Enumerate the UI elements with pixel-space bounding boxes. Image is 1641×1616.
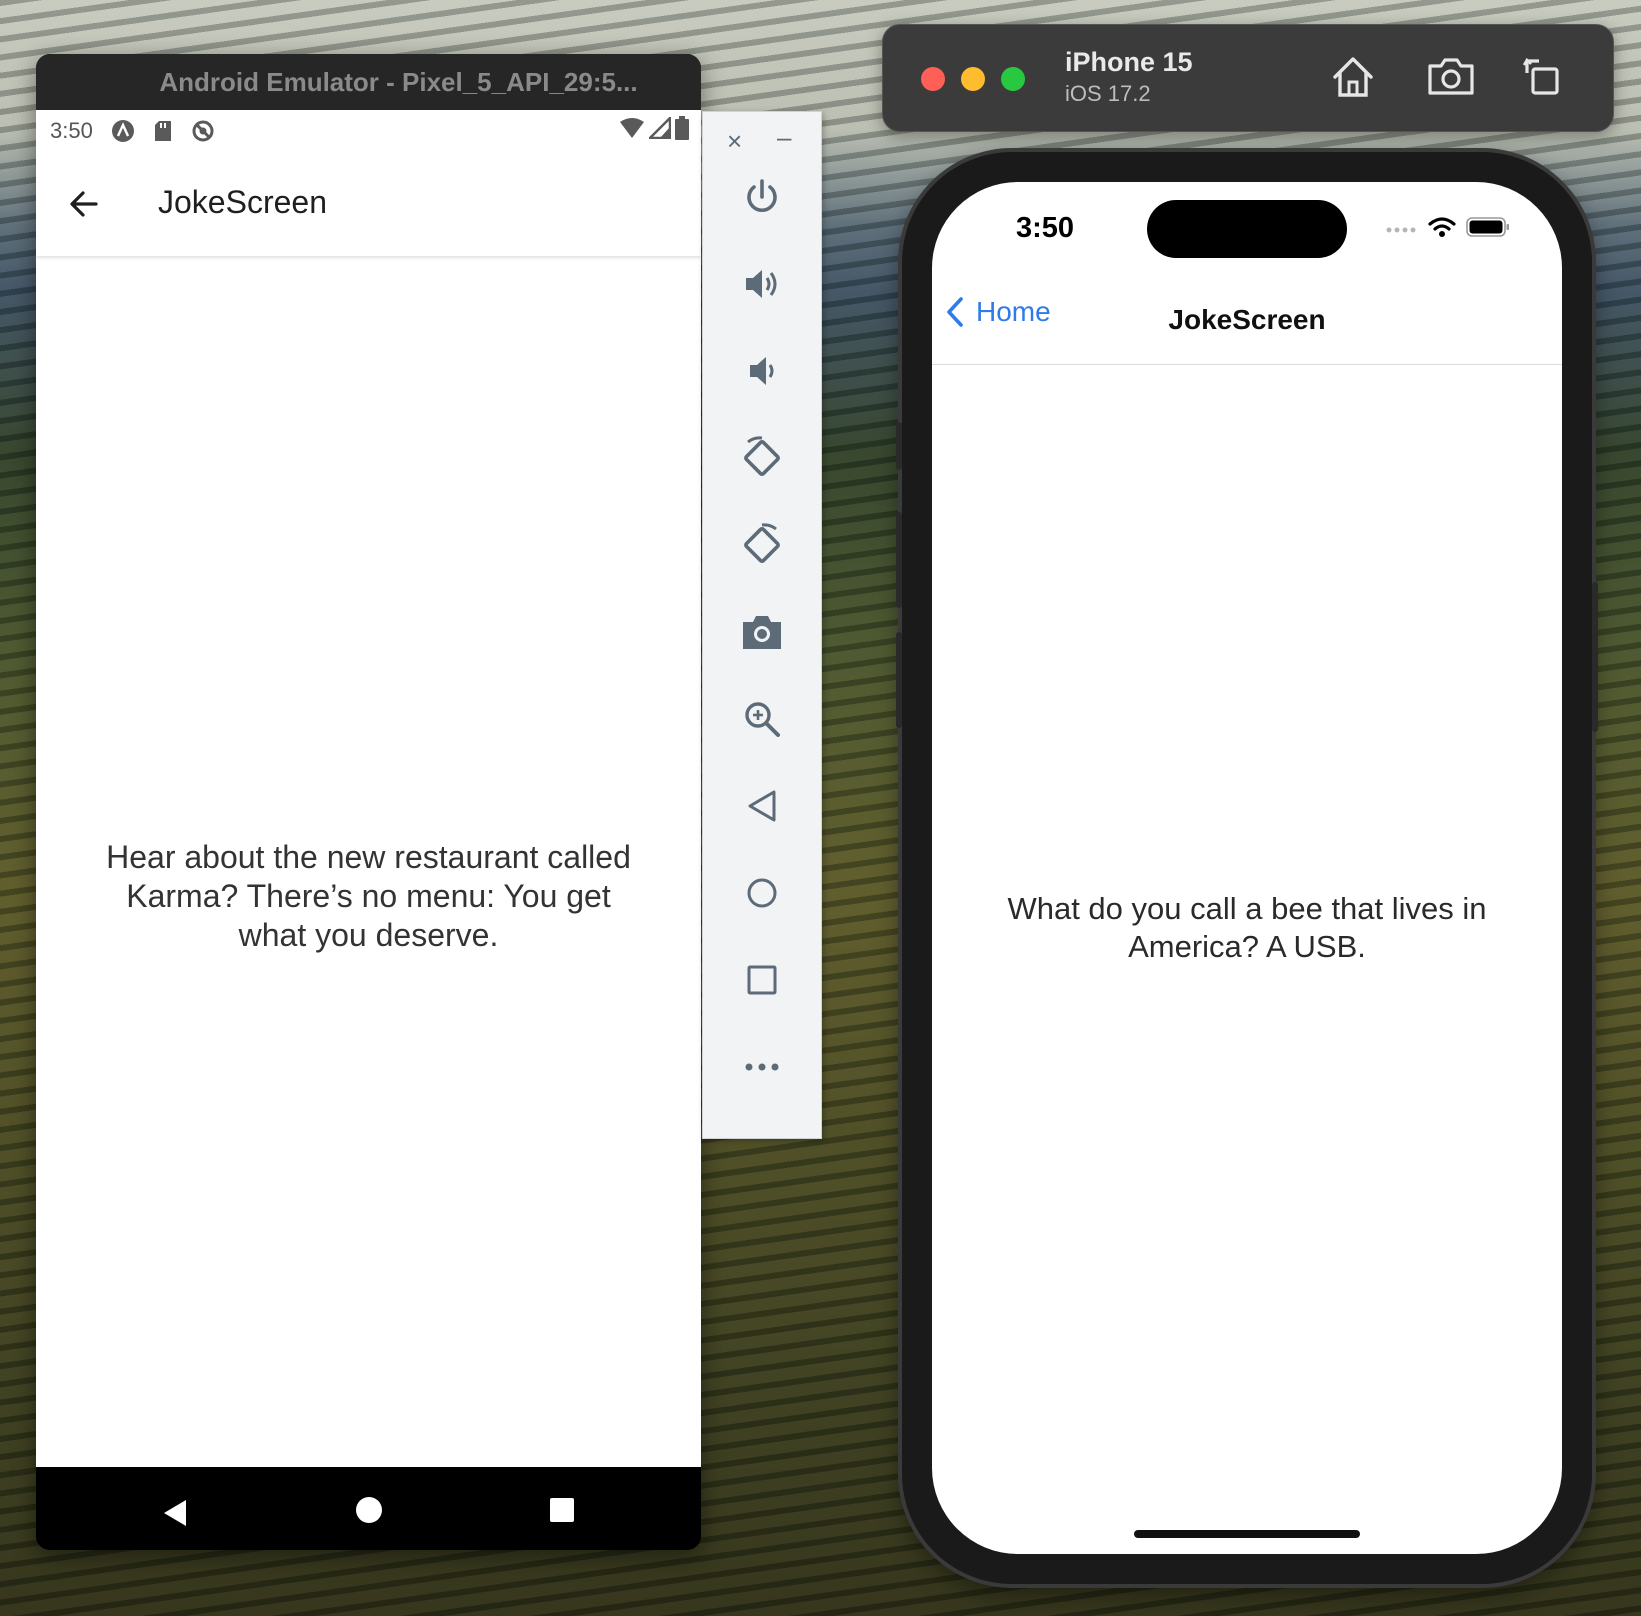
- back-button[interactable]: [737, 781, 787, 831]
- react-native-icon: [111, 119, 135, 143]
- home-icon: [747, 878, 777, 908]
- dynamic-island: [1147, 200, 1347, 258]
- power-button[interactable]: [737, 172, 787, 222]
- sync-disabled-icon: [191, 119, 215, 143]
- power-icon: [747, 179, 777, 213]
- power-side-button: [1592, 582, 1598, 732]
- android-page-title: JokeScreen: [158, 184, 327, 220]
- rotate-left-button[interactable]: [737, 433, 787, 483]
- ios-joke-text: What do you call a bee that lives in Ame…: [1007, 891, 1487, 964]
- nav-home-icon[interactable]: [356, 1497, 382, 1523]
- overview-icon: [747, 965, 777, 995]
- android-app-bar: JokeScreen: [36, 152, 701, 256]
- volume-down-icon: [750, 357, 774, 385]
- android-window-title: Android Emulator - Pixel_5_API_29:5...: [36, 54, 701, 110]
- ios-version: iOS 17.2: [1065, 81, 1151, 106]
- minimize-button[interactable]: –: [777, 122, 791, 153]
- ios-simulator-titlebar: iPhone 15 iOS 17.2: [882, 24, 1614, 132]
- sd-card-icon: [153, 120, 173, 142]
- rotate-right-button[interactable]: [737, 520, 787, 570]
- back-arrow-icon[interactable]: [66, 186, 102, 222]
- ios-status-right: [1386, 216, 1510, 243]
- android-status-bar: 3:50: [36, 110, 701, 152]
- screenshot-button[interactable]: [1425, 51, 1477, 103]
- rotate-icon: [1522, 57, 1559, 95]
- nav-back-icon[interactable]: [162, 1499, 188, 1532]
- volume-down-button[interactable]: [737, 346, 787, 396]
- emulator-toolbar: × –: [702, 111, 822, 1139]
- ios-screen: 3:50 Home JokeScreen What do you call a …: [932, 182, 1562, 1554]
- home-indicator[interactable]: [1134, 1530, 1360, 1538]
- action-button: [896, 422, 902, 470]
- battery-icon: [675, 116, 689, 146]
- more-button[interactable]: [737, 1042, 787, 1092]
- android-screen: 3:50 JokeScreen Hear about the new resta…: [36, 110, 701, 1523]
- rotate-button[interactable]: [1517, 51, 1569, 103]
- wifi-icon: [1428, 216, 1456, 243]
- android-navigation-bar: [36, 1467, 701, 1550]
- zoom-icon: [745, 702, 780, 737]
- close-button[interactable]: ×: [727, 126, 742, 157]
- home-button[interactable]: [1327, 51, 1379, 103]
- home-button[interactable]: [737, 868, 787, 918]
- rotate-right-icon: [744, 523, 780, 563]
- volume-up-button[interactable]: [737, 259, 787, 309]
- rotate-left-icon: [744, 436, 780, 476]
- minimize-window-button[interactable]: [961, 67, 985, 91]
- house-icon: [1333, 57, 1373, 97]
- android-emulator-window: Android Emulator - Pixel_5_API_29:5... 3…: [36, 54, 701, 1550]
- device-name: iPhone 15: [1065, 47, 1193, 77]
- overview-button[interactable]: [737, 955, 787, 1005]
- ios-status-time: 3:50: [1016, 212, 1075, 244]
- close-window-button[interactable]: [921, 67, 945, 91]
- android-joke-text: Hear about the new restaurant called Kar…: [106, 839, 631, 953]
- iphone-device-frame: 3:50 Home JokeScreen What do you call a …: [896, 152, 1598, 1584]
- ios-navigation-bar: Home JokeScreen: [932, 278, 1562, 365]
- signal-icon: [646, 114, 672, 145]
- volume-up-icon: [746, 270, 777, 298]
- nav-recents-icon[interactable]: [550, 1498, 574, 1522]
- volume-down-side-button: [896, 632, 902, 728]
- ios-page-title: JokeScreen: [1168, 304, 1326, 335]
- android-status-right: [619, 114, 689, 146]
- camera-icon: [743, 616, 781, 649]
- volume-up-side-button: [896, 512, 902, 608]
- more-icon: [745, 1063, 779, 1071]
- zoom-window-button[interactable]: [1001, 67, 1025, 91]
- battery-icon: [1466, 216, 1510, 243]
- wifi-icon: [619, 117, 645, 145]
- zoom-button[interactable]: [737, 694, 787, 744]
- camera-icon: [1428, 58, 1474, 95]
- signal-dots-icon: [1386, 221, 1418, 239]
- android-status-time: 3:50: [50, 118, 93, 143]
- back-icon: [748, 790, 776, 822]
- screenshot-button[interactable]: [737, 607, 787, 657]
